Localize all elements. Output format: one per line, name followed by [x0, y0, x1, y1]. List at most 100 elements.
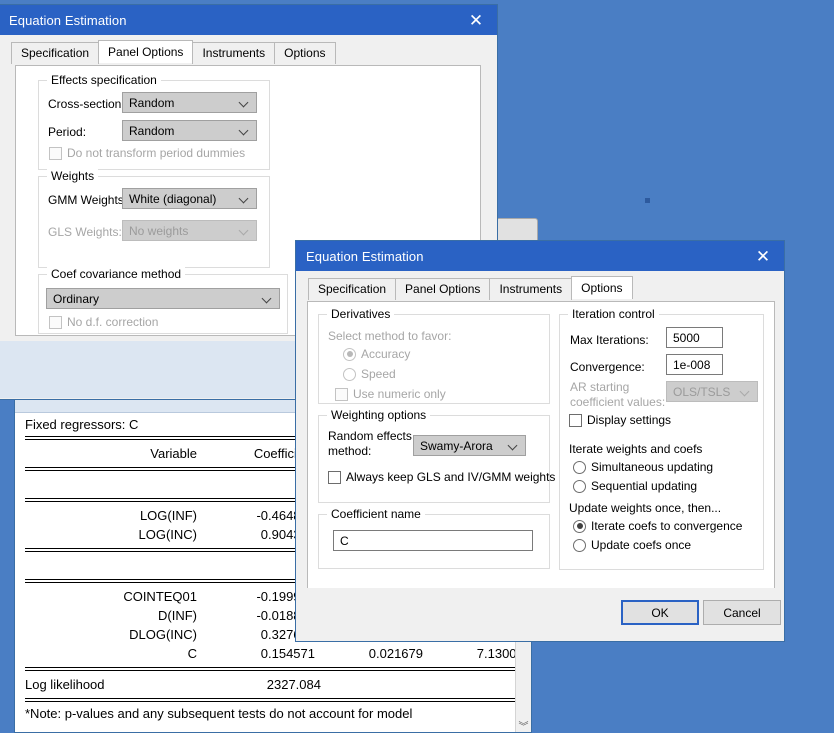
note-line: *Note: p-values and any subsequent tests… — [15, 706, 531, 721]
ok-button[interactable]: OK — [621, 600, 699, 625]
radio-dot — [573, 461, 586, 474]
table-row: Log likelihood 2327.084 — [15, 675, 531, 694]
close-icon[interactable]: ✕ — [455, 5, 497, 35]
tab-options[interactable]: Options — [274, 42, 335, 64]
period-value: Random — [129, 124, 174, 138]
tabstrip-back: Specification Panel Options Instruments … — [0, 41, 497, 63]
iterate-weights-and-coefs-heading: Iterate weights and coefs — [569, 442, 702, 456]
checkbox-box — [569, 414, 582, 427]
update-weights-once-heading: Update weights once, then... — [569, 501, 721, 515]
sequential-updating-radio[interactable]: Sequential updating — [573, 479, 697, 493]
dialog-title: Equation Estimation — [296, 249, 424, 264]
rule-after-short-run — [25, 667, 521, 671]
cell-variable: COINTEQ01 — [15, 587, 201, 606]
cancel-button[interactable]: Cancel — [703, 600, 781, 625]
coef-covariance-combo[interactable]: Ordinary — [46, 288, 280, 309]
table-row: C 0.154571 0.021679 7.130068 0.0000 — [15, 644, 531, 663]
cell-variable: D(INF) — [15, 606, 201, 625]
max-iterations-input[interactable]: 5000 — [666, 327, 723, 348]
radio-dot — [573, 480, 586, 493]
update-coefs-once-radio[interactable]: Update coefs once — [573, 538, 691, 552]
column-header-variable: Variable — [15, 444, 201, 463]
random-effects-method-label-line1: Random effects — [328, 429, 412, 443]
use-numeric-only-checkbox[interactable]: Use numeric only — [335, 387, 446, 401]
radio-dot — [573, 520, 586, 533]
chevron-down-icon[interactable]: ︾ — [516, 717, 531, 733]
coefficient-name-input[interactable]: C — [333, 530, 533, 551]
checkbox-box — [49, 147, 62, 160]
gls-weights-label: GLS Weights: — [48, 225, 122, 239]
convergence-value: 1e-008 — [673, 358, 710, 372]
no-df-correction-checkbox[interactable]: No d.f. correction — [49, 315, 158, 329]
tab-options-body: Derivatives Select method to favor: Accu… — [307, 301, 775, 589]
simultaneous-updating-label: Simultaneous updating — [591, 460, 713, 474]
tab-panel-options[interactable]: Panel Options — [395, 278, 490, 300]
tab-specification[interactable]: Specification — [11, 42, 99, 64]
always-keep-label: Always keep GLS and IV/GMM weights — [346, 470, 555, 484]
equation-estimation-dialog-options: Equation Estimation ✕ Specification Pane… — [295, 240, 785, 642]
effects-specification-legend: Effects specification — [47, 73, 161, 87]
update-coefs-once-label: Update coefs once — [591, 538, 691, 552]
titlebar-front[interactable]: Equation Estimation ✕ — [296, 241, 784, 271]
display-settings-label: Display settings — [587, 413, 671, 427]
do-not-transform-period-dummies-checkbox[interactable]: Do not transform period dummies — [49, 146, 245, 160]
titlebar-back[interactable]: Equation Estimation ✕ — [0, 5, 497, 35]
ar-starting-value: OLS/TSLS — [673, 385, 730, 399]
random-effects-method-label-line2: method: — [328, 444, 371, 458]
accuracy-label: Accuracy — [361, 347, 410, 361]
tab-options[interactable]: Options — [571, 276, 632, 299]
checkbox-box — [335, 388, 348, 401]
gmm-weights-label: GMM Weights: — [48, 193, 127, 207]
dialog-front-footer: OK Cancel — [297, 588, 783, 640]
cell-coefficient: 0.154571 — [201, 644, 319, 663]
radio-dot — [343, 348, 356, 361]
log-likelihood-label: Log likelihood — [15, 675, 207, 694]
cross-section-value: Random — [129, 96, 174, 110]
iteration-control-legend: Iteration control — [568, 307, 659, 321]
chevron-down-icon — [263, 294, 272, 303]
tab-instruments[interactable]: Instruments — [489, 278, 572, 300]
period-label: Period: — [48, 125, 86, 139]
chevron-down-icon — [741, 387, 750, 396]
random-effects-method-combo[interactable]: Swamy-Arora — [413, 435, 526, 456]
weights-legend: Weights — [47, 169, 98, 183]
gls-weights-value: No weights — [129, 224, 188, 238]
radio-dot — [343, 368, 356, 381]
chevron-down-icon — [509, 441, 518, 450]
no-df-correction-label: No d.f. correction — [67, 315, 158, 329]
random-effects-method-value: Swamy-Arora — [420, 439, 493, 453]
gmm-weights-combo[interactable]: White (diagonal) — [122, 188, 257, 209]
radio-dot — [573, 539, 586, 552]
always-keep-gls-iv-gmm-weights-checkbox[interactable]: Always keep GLS and IV/GMM weights — [328, 470, 555, 484]
chevron-down-icon — [240, 98, 249, 107]
weighting-options-legend: Weighting options — [327, 408, 430, 422]
cell-variable: LOG(INC) — [15, 525, 201, 544]
gls-weights-combo: No weights — [122, 220, 257, 241]
max-iterations-value: 5000 — [673, 331, 700, 345]
sequential-updating-label: Sequential updating — [591, 479, 697, 493]
gmm-weights-value: White (diagonal) — [129, 192, 216, 206]
iterate-coefs-to-convergence-radio[interactable]: Iterate coefs to convergence — [573, 519, 742, 533]
cell-variable: LOG(INF) — [15, 506, 201, 525]
tab-panel-options[interactable]: Panel Options — [98, 40, 193, 63]
simultaneous-updating-radio[interactable]: Simultaneous updating — [573, 460, 713, 474]
ar-starting-values-combo: OLS/TSLS — [666, 381, 758, 402]
chevron-down-icon — [240, 226, 249, 235]
select-method-to-favor-label: Select method to favor: — [328, 329, 451, 343]
derivatives-accuracy-radio[interactable]: Accuracy — [343, 347, 410, 361]
cross-section-combo[interactable]: Random — [122, 92, 257, 113]
chevron-down-icon — [240, 194, 249, 203]
iterate-coefs-label: Iterate coefs to convergence — [591, 519, 742, 533]
tab-specification[interactable]: Specification — [308, 278, 396, 300]
convergence-input[interactable]: 1e-008 — [666, 354, 723, 375]
period-combo[interactable]: Random — [122, 120, 257, 141]
tab-instruments[interactable]: Instruments — [192, 42, 275, 64]
chevron-down-icon — [240, 126, 249, 135]
cell-variable: DLOG(INC) — [15, 625, 201, 644]
display-settings-checkbox[interactable]: Display settings — [569, 413, 671, 427]
coef-covariance-legend: Coef covariance method — [47, 267, 185, 281]
derivatives-speed-radio[interactable]: Speed — [343, 367, 396, 381]
convergence-label: Convergence: — [570, 360, 645, 374]
ar-starting-label-line2: coefficient values: — [570, 395, 665, 409]
close-icon[interactable]: ✕ — [742, 241, 784, 271]
